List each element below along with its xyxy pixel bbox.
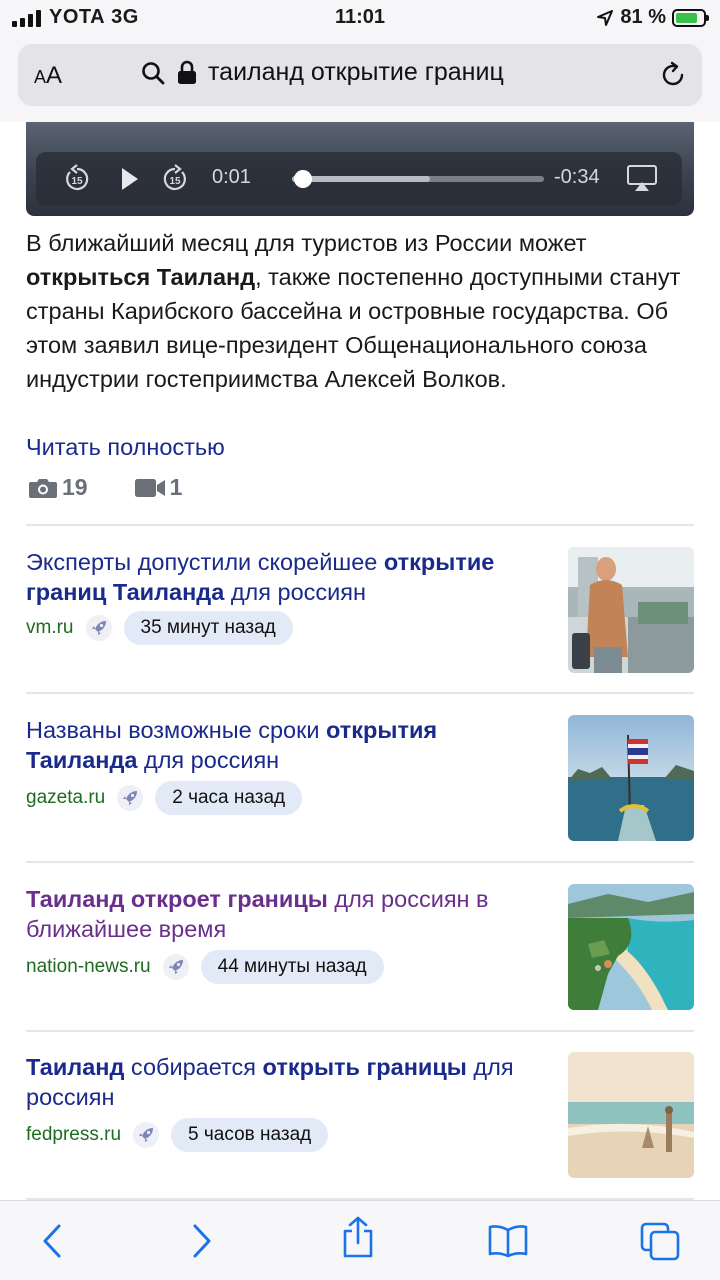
location-arrow-icon [597,9,614,26]
airplay-button[interactable] [626,163,658,198]
back-button[interactable] [30,1219,74,1263]
news-title[interactable]: Таиланд собирается открыть границы для р… [26,1052,554,1112]
divider [26,1030,694,1032]
remaining-time: -0:34 [554,166,600,188]
video-scrubber[interactable] [292,170,544,188]
browser-address-area: AA таиланд открытие границ [0,36,720,122]
news-meta: nation-news.ru 44 минуты назад [26,950,384,984]
time-badge: 35 минут назад [123,611,293,645]
video-player[interactable]: 15 15 0:01 -0:34 [26,122,694,216]
news-source[interactable]: fedpress.ru [26,1124,121,1146]
video-controls: 15 15 0:01 -0:34 [36,152,682,206]
reload-icon[interactable] [658,60,688,90]
turbo-rocket-icon [133,1122,160,1148]
elapsed-time: 0:01 [212,166,251,188]
browser-toolbar [0,1200,720,1280]
share-icon [343,1216,373,1258]
bookmarks-button[interactable] [486,1219,530,1263]
media-counts: 19 1 [28,474,182,501]
play-button[interactable] [114,164,144,199]
news-item[interactable]: Таиланд откроет границы для россиян в бл… [26,884,694,1010]
skip-forward-icon: 15 [163,164,186,191]
video-count[interactable]: 1 [170,474,183,501]
play-icon [122,168,138,190]
news-item[interactable]: Эксперты допустили скорейшее открытие гр… [26,547,694,673]
divider [26,524,694,526]
battery-icon [672,8,709,27]
news-meta: vm.ru 35 минут назад [26,611,293,645]
news-title[interactable]: Эксперты допустили скорейшее открытие гр… [26,547,554,607]
text-size-button[interactable]: AA [34,62,62,90]
buffered-bar [292,176,430,182]
news-meta: gazeta.ru 2 часа назад [26,781,303,815]
time-badge: 5 часов назад [171,1118,329,1152]
book-icon [488,1225,528,1258]
news-source[interactable]: vm.ru [26,617,74,639]
time-badge: 44 минуты назад [200,950,384,984]
news-source[interactable]: nation-news.ru [26,956,151,978]
turbo-rocket-icon [117,785,144,811]
svg-text:15: 15 [169,176,181,187]
chevron-left-icon [43,1224,61,1258]
news-item[interactable]: Таиланд собирается открыть границы для р… [26,1052,694,1178]
turbo-rocket-icon [85,615,112,641]
camera-icon[interactable] [28,476,58,500]
news-thumbnail-boat-flag[interactable] [568,715,694,841]
chevron-right-icon [193,1224,211,1258]
scrubber-knob[interactable] [294,170,312,188]
status-bar: YOTA 3G 11:01 81 % [0,0,720,36]
divider [26,861,694,863]
skip-forward-15-button[interactable]: 15 [160,164,190,199]
article-lead: В ближайший месяц для туристов из России… [26,226,696,396]
news-title[interactable]: Названы возможные сроки открытия Таиланд… [26,715,554,775]
search-icon [142,62,165,85]
skip-back-15-button[interactable]: 15 [62,164,92,199]
lead-highlight: открыться Таиланд [26,264,256,290]
video-camera-icon[interactable] [134,477,166,499]
news-meta: fedpress.ru 5 часов назад [26,1118,329,1152]
news-thumbnail-beach-aerial[interactable] [568,884,694,1010]
lead-text-1: В ближайший месяц для туристов из России… [26,230,587,256]
svg-text:15: 15 [71,176,83,187]
tabs-icon [640,1222,680,1261]
news-item[interactable]: Названы возможные сроки открытия Таиланд… [26,715,694,841]
read-more-link[interactable]: Читать полностью [26,434,225,461]
battery-percent: 81 % [620,6,666,28]
skip-back-icon: 15 [66,164,89,191]
news-thumbnail-airport[interactable] [568,547,694,673]
news-source[interactable]: gazeta.ru [26,787,105,809]
news-thumbnail-beach[interactable] [568,1052,694,1178]
tabs-button[interactable] [638,1219,682,1263]
status-right: 81 % [596,6,709,29]
news-title[interactable]: Таиланд откроет границы для россиян в бл… [26,884,554,944]
airplay-icon [627,165,657,191]
turbo-rocket-icon [162,954,189,980]
share-button[interactable] [336,1215,380,1259]
photo-count[interactable]: 19 [62,474,88,501]
divider [26,692,694,694]
forward-button[interactable] [180,1219,224,1263]
time-badge: 2 часа назад [155,781,303,815]
search-query[interactable]: таиланд открытие границ [208,58,504,87]
address-bar[interactable]: AA таиланд открытие границ [18,44,702,106]
lock-icon [178,60,196,84]
